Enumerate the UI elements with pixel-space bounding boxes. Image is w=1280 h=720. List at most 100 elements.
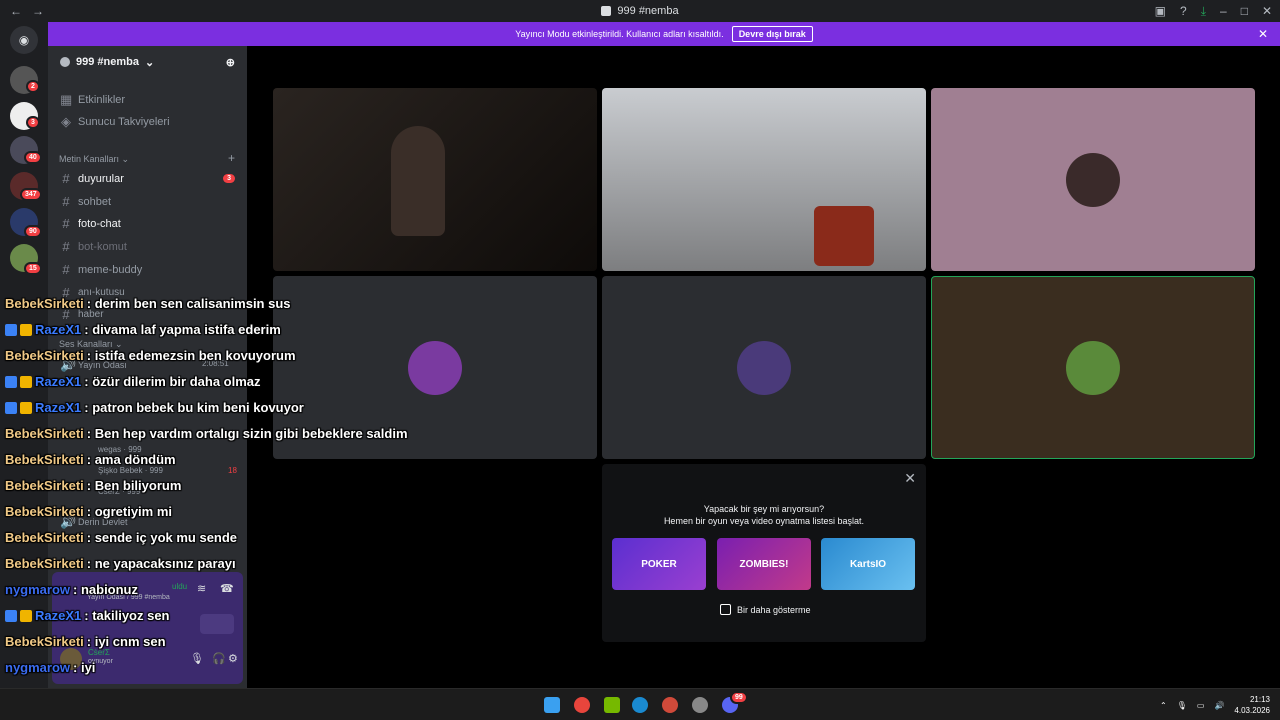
channel-item[interactable]: # haber [60, 307, 103, 322]
voice-channel[interactable]: 🔊 Derin Devlet [60, 514, 128, 530]
help-icon[interactable]: ? [1180, 4, 1187, 18]
karts-card[interactable]: KartsIO [821, 538, 915, 590]
channel-item[interactable]: # bot-komut [60, 239, 127, 254]
streamer-mode-banner: Yayıncı Modu etkinleştirildi. Kullanıcı … [48, 22, 1280, 46]
channel-item[interactable]: # meme-buddy [60, 262, 142, 277]
hash-icon: # [62, 285, 70, 300]
voice-stage: ✕ Yapacak bir şey mi arıyorsun? Hemen bi… [247, 46, 1280, 688]
activity-subtitle: Hemen bir oyun veya video oynatma listes… [663, 516, 865, 526]
guild-header[interactable]: 999 #nemba ⌄ ⊕ [48, 46, 247, 78]
close-banner-icon[interactable]: ✕ [1258, 27, 1268, 41]
nvidia-icon[interactable] [604, 697, 620, 713]
zombies-card[interactable]: ZOMBIES! [717, 538, 811, 590]
channel-sidebar: 999 #nemba ⌄ ⊕ ▦ Etkinlikler ◈ Sunucu Takvi… [48, 46, 247, 688]
chevron-down-icon: ⌄ [144, 56, 155, 69]
dont-show-again-checkbox[interactable]: Bir daha gösterme [720, 604, 811, 615]
voice-connected-status: uldu [172, 582, 188, 591]
voice-user[interactable]: ĊṡëṙΣ · 999 [98, 487, 140, 496]
start-icon[interactable] [544, 697, 560, 713]
inbox-icon[interactable]: ▣ [1155, 4, 1166, 18]
boost-icon: ◈ [61, 114, 71, 129]
discord-window-icon [601, 6, 612, 16]
hash-icon: # [62, 307, 70, 322]
server-list: ◉ 2 3 40 347 90 15 [0, 22, 48, 688]
poker-night-card[interactable]: POKER [612, 538, 706, 590]
volume-icon[interactable]: 🔊 [1214, 701, 1224, 710]
calendar-icon: ▦ [60, 92, 73, 107]
speaker-icon: 🔊 [60, 357, 77, 372]
chrome-profile-icon[interactable] [662, 697, 678, 713]
invite-user-icon[interactable]: ⊕ [226, 56, 235, 69]
channel-item[interactable]: # foto-chat [60, 216, 120, 231]
avatar [408, 340, 462, 395]
voice-channel[interactable]: 🔊 Yayın Odası [60, 357, 127, 373]
server-badge: 90 [24, 225, 42, 238]
avatar [1066, 152, 1120, 207]
soundboard-icon[interactable]: ≋ [197, 582, 206, 595]
user-count-badge: 18 [228, 466, 237, 475]
user-panel: uldu Yayın Odası / 999 #nemba ≋ ☎ oynuyo… [52, 572, 243, 684]
headphones-icon[interactable]: 🎧 [212, 652, 226, 665]
video-tile[interactable] [602, 88, 926, 271]
windows-taskbar: 99 ⌃ 🎙 ▭ 🔊 21:13 4.03.2026 [0, 688, 1280, 720]
audio-tile[interactable] [602, 276, 926, 459]
discord-badge: 99 [730, 691, 748, 704]
server-badge: 40 [24, 151, 42, 164]
title-bar: ← → 999 #nemba ▣ ? ⤓ – □ ✕ [0, 0, 1280, 22]
activity-title: Yapacak bir şey mi arıyorsun? [703, 504, 825, 514]
server-badge: 2 [26, 80, 40, 93]
mention-badge: 3 [223, 174, 235, 183]
avatar [737, 340, 791, 395]
boosts-item[interactable]: ◈ Sunucu Takviyeleri [60, 114, 170, 130]
guild-icon [60, 57, 70, 67]
voice-user[interactable]: wegas · 999 [98, 445, 142, 454]
hash-icon: # [62, 262, 70, 277]
guild-name: 999 #nemba [76, 56, 139, 68]
channel-item[interactable]: # duyurular [60, 171, 123, 186]
user-status: oynuyor [88, 658, 113, 665]
disable-streamer-mode-button[interactable]: Devre dışı bırak [731, 26, 813, 42]
voice-connection-label: Yayın Odası / 999 #nemba [87, 594, 170, 601]
voice-timer: 2:08:51 [202, 359, 229, 368]
disconnect-icon[interactable]: ☎ [220, 582, 234, 595]
server-badge: 3 [26, 116, 40, 129]
voice-user[interactable]: Şişko Bebek · 999 [98, 466, 163, 475]
channel-item[interactable]: # sohbet [60, 194, 111, 209]
edge-icon[interactable] [632, 697, 648, 713]
avatar [1066, 340, 1120, 395]
minimize-button[interactable]: – [1220, 4, 1227, 18]
audio-tile-speaking[interactable] [931, 276, 1255, 459]
close-icon[interactable]: ✕ [904, 470, 916, 487]
text-category[interactable]: Metin Kanalları ⌄ [59, 154, 129, 165]
create-channel-icon[interactable]: + [228, 151, 235, 165]
maximize-button[interactable]: □ [1241, 4, 1248, 18]
mic-tray-icon[interactable]: 🎙 [1177, 701, 1187, 710]
activity-prompt: ✕ Yapacak bir şey mi arıyorsun? Hemen bi… [602, 464, 926, 642]
activity-button[interactable] [200, 614, 234, 634]
avatar[interactable] [60, 648, 82, 670]
discord-home-icon[interactable]: ◉ [10, 26, 38, 54]
window-title: 999 #nemba [0, 5, 1280, 17]
mic-icon[interactable]: 🎙 [190, 652, 204, 665]
clock[interactable]: 21:13 4.03.2026 [1234, 694, 1270, 716]
channel-item[interactable]: # anı-kutusu [60, 285, 124, 300]
webcam-person [391, 126, 445, 236]
audio-tile[interactable] [931, 88, 1255, 271]
chrome-icon[interactable] [574, 697, 590, 713]
audio-tile[interactable] [273, 276, 597, 459]
close-window-button[interactable]: ✕ [1262, 4, 1272, 18]
banner-text: Yayıncı Modu etkinleştirildi. Kullanıcı … [515, 29, 724, 39]
hash-icon: # [62, 194, 70, 209]
speaker-icon: 🔊 [60, 514, 77, 529]
chevron-up-icon[interactable]: ⌃ [1160, 701, 1167, 710]
events-item[interactable]: ▦ Etkinlikler [60, 92, 125, 108]
checkbox[interactable] [720, 604, 731, 615]
voice-category[interactable]: Ses Kanalları ⌄ [59, 339, 123, 350]
steam-icon[interactable] [692, 697, 708, 713]
video-tile[interactable] [273, 88, 597, 271]
server-badge: 15 [24, 262, 42, 275]
settings-gear-icon[interactable]: ⚙ [228, 652, 238, 665]
hash-icon: # [62, 239, 70, 254]
download-icon[interactable]: ⤓ [1201, 4, 1206, 19]
network-icon[interactable]: ▭ [1197, 701, 1205, 710]
